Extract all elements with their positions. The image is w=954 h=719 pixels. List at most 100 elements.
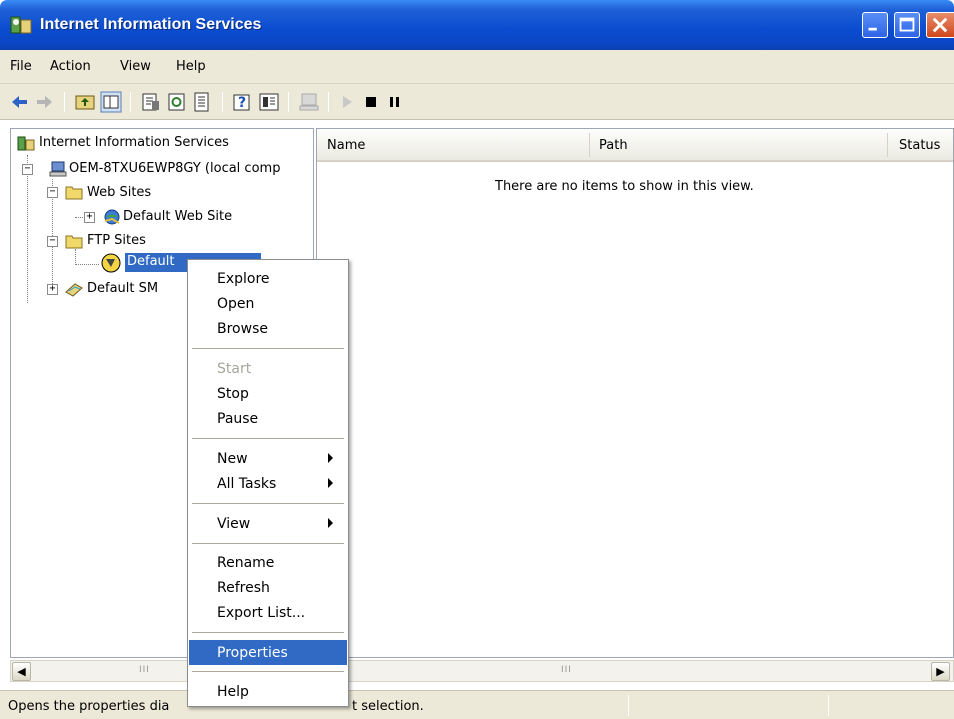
- window-title: Internet Information Services: [40, 16, 262, 33]
- submenu-arrow-icon: [328, 453, 333, 463]
- show-hide-tree-icon[interactable]: [100, 91, 122, 113]
- context-item-label: New: [217, 451, 248, 467]
- toolbar-separator: [64, 92, 65, 112]
- up-folder-icon[interactable]: [74, 91, 96, 113]
- scroll-grip-icon: III: [139, 665, 150, 675]
- context-item-properties[interactable]: Properties: [189, 640, 347, 665]
- stop-icon[interactable]: [360, 91, 382, 113]
- list-horizontal-scrollbar[interactable]: III ▶: [316, 660, 954, 682]
- context-item-label: Browse: [217, 321, 268, 337]
- context-item-open[interactable]: Open: [189, 291, 347, 316]
- tree-computer-label[interactable]: OEM-8TXU6EWP8GY (local comp: [69, 161, 280, 176]
- tree-web-sites-label[interactable]: Web Sites: [87, 185, 151, 200]
- folder-icon: [65, 235, 83, 249]
- context-item-refresh[interactable]: Refresh: [189, 575, 347, 600]
- svg-text:?: ?: [238, 95, 246, 111]
- expand-smtp-icon[interactable]: +: [47, 284, 58, 295]
- menu-help[interactable]: Help: [176, 59, 206, 74]
- empty-list-message: There are no items to show in this view.: [495, 179, 754, 194]
- minimize-button[interactable]: [862, 12, 888, 38]
- toolbar: ?: [0, 84, 954, 120]
- context-item-export-list[interactable]: Export List...: [189, 600, 347, 625]
- menu-file[interactable]: File: [10, 59, 32, 74]
- ftp-site-icon: [101, 253, 121, 273]
- context-item-label: Properties: [217, 645, 288, 661]
- maximize-icon: [899, 17, 915, 32]
- context-item-new[interactable]: New: [189, 446, 347, 471]
- context-item-label: Pause: [217, 411, 259, 427]
- column-path[interactable]: Path: [599, 138, 628, 153]
- context-item-rename[interactable]: Rename: [189, 550, 347, 575]
- expand-default-web-site-icon[interactable]: +: [84, 212, 95, 223]
- help-icon[interactable]: ?: [232, 91, 254, 113]
- context-item-browse[interactable]: Browse: [189, 316, 347, 341]
- title-bar: Internet Information Services: [0, 0, 954, 50]
- show-hide-action-pane-icon[interactable]: [258, 91, 280, 113]
- menu-view[interactable]: View: [120, 59, 151, 74]
- tree-default-ftp-site-label[interactable]: Default: [127, 254, 175, 269]
- context-item-start: Start: [189, 356, 347, 381]
- context-item-stop[interactable]: Stop: [189, 381, 347, 406]
- context-item-all-tasks[interactable]: All Tasks: [189, 471, 347, 496]
- refresh-icon[interactable]: [166, 91, 188, 113]
- tree-line: [75, 264, 99, 265]
- maximize-button[interactable]: [894, 12, 920, 38]
- context-item-label: Rename: [217, 555, 275, 571]
- tree-default-smtp-label[interactable]: Default SM: [87, 281, 158, 296]
- context-item-pause[interactable]: Pause: [189, 406, 347, 431]
- tree-ftp-sites-label[interactable]: FTP Sites: [87, 233, 146, 248]
- context-item-explore[interactable]: Explore: [189, 266, 347, 291]
- export-list-icon[interactable]: [192, 91, 214, 113]
- iis-app-icon: [10, 16, 32, 34]
- menu-separator: [192, 438, 344, 439]
- column-separator[interactable]: [589, 133, 590, 157]
- status-text-left: Opens the properties dia: [8, 699, 170, 714]
- collapse-computer-icon[interactable]: −: [22, 164, 33, 175]
- status-bar: Opens the properties dia t selection.: [0, 690, 954, 719]
- context-item-label: Refresh: [217, 580, 270, 596]
- menu-action[interactable]: Action: [50, 59, 91, 74]
- submenu-arrow-icon: [328, 478, 333, 488]
- context-item-label: Stop: [217, 386, 249, 402]
- context-item-view[interactable]: View: [189, 511, 347, 536]
- back-arrow-icon[interactable]: [8, 91, 30, 113]
- menu-bar: File Action View Help: [0, 50, 954, 84]
- context-menu: Explore Open Browse Start Stop Pause New…: [187, 259, 349, 707]
- column-separator[interactable]: [887, 133, 888, 157]
- column-name[interactable]: Name: [327, 138, 365, 153]
- toolbar-separator: [328, 92, 329, 112]
- status-divider: [628, 695, 629, 716]
- tree-root-label[interactable]: Internet Information Services: [39, 135, 229, 150]
- submenu-arrow-icon: [328, 518, 333, 528]
- collapse-ftp-sites-icon[interactable]: −: [47, 236, 58, 247]
- tree-line: [75, 249, 76, 265]
- menu-separator: [192, 543, 344, 544]
- scroll-grip-icon: III: [561, 665, 572, 675]
- context-item-label: Explore: [217, 271, 270, 287]
- forward-arrow-icon[interactable]: [34, 91, 56, 113]
- context-item-label: Export List...: [217, 605, 306, 621]
- computer-icon[interactable]: [298, 91, 320, 113]
- status-divider: [828, 695, 829, 716]
- list-pane[interactable]: Name Path Status There are no items to s…: [316, 128, 954, 658]
- start-icon[interactable]: [336, 91, 358, 113]
- close-button[interactable]: [926, 12, 954, 38]
- computer-node-icon: [49, 161, 67, 177]
- pause-icon[interactable]: [384, 91, 406, 113]
- scroll-left-button[interactable]: ◀: [12, 662, 31, 681]
- close-icon: [932, 17, 948, 33]
- context-item-label: View: [217, 516, 251, 532]
- context-item-help[interactable]: Help: [189, 679, 347, 704]
- folder-icon: [65, 186, 83, 200]
- scroll-right-button[interactable]: ▶: [931, 662, 950, 681]
- properties-icon[interactable]: [140, 91, 162, 113]
- menu-separator: [192, 503, 344, 504]
- collapse-web-sites-icon[interactable]: −: [47, 187, 58, 198]
- status-text-right: t selection.: [352, 699, 424, 714]
- toolbar-separator: [288, 92, 289, 112]
- column-status[interactable]: Status: [899, 138, 940, 153]
- tree-default-web-site-label[interactable]: Default Web Site: [123, 209, 232, 224]
- tree-line: [27, 155, 28, 303]
- menu-separator: [192, 348, 344, 349]
- minimize-icon: [868, 27, 877, 31]
